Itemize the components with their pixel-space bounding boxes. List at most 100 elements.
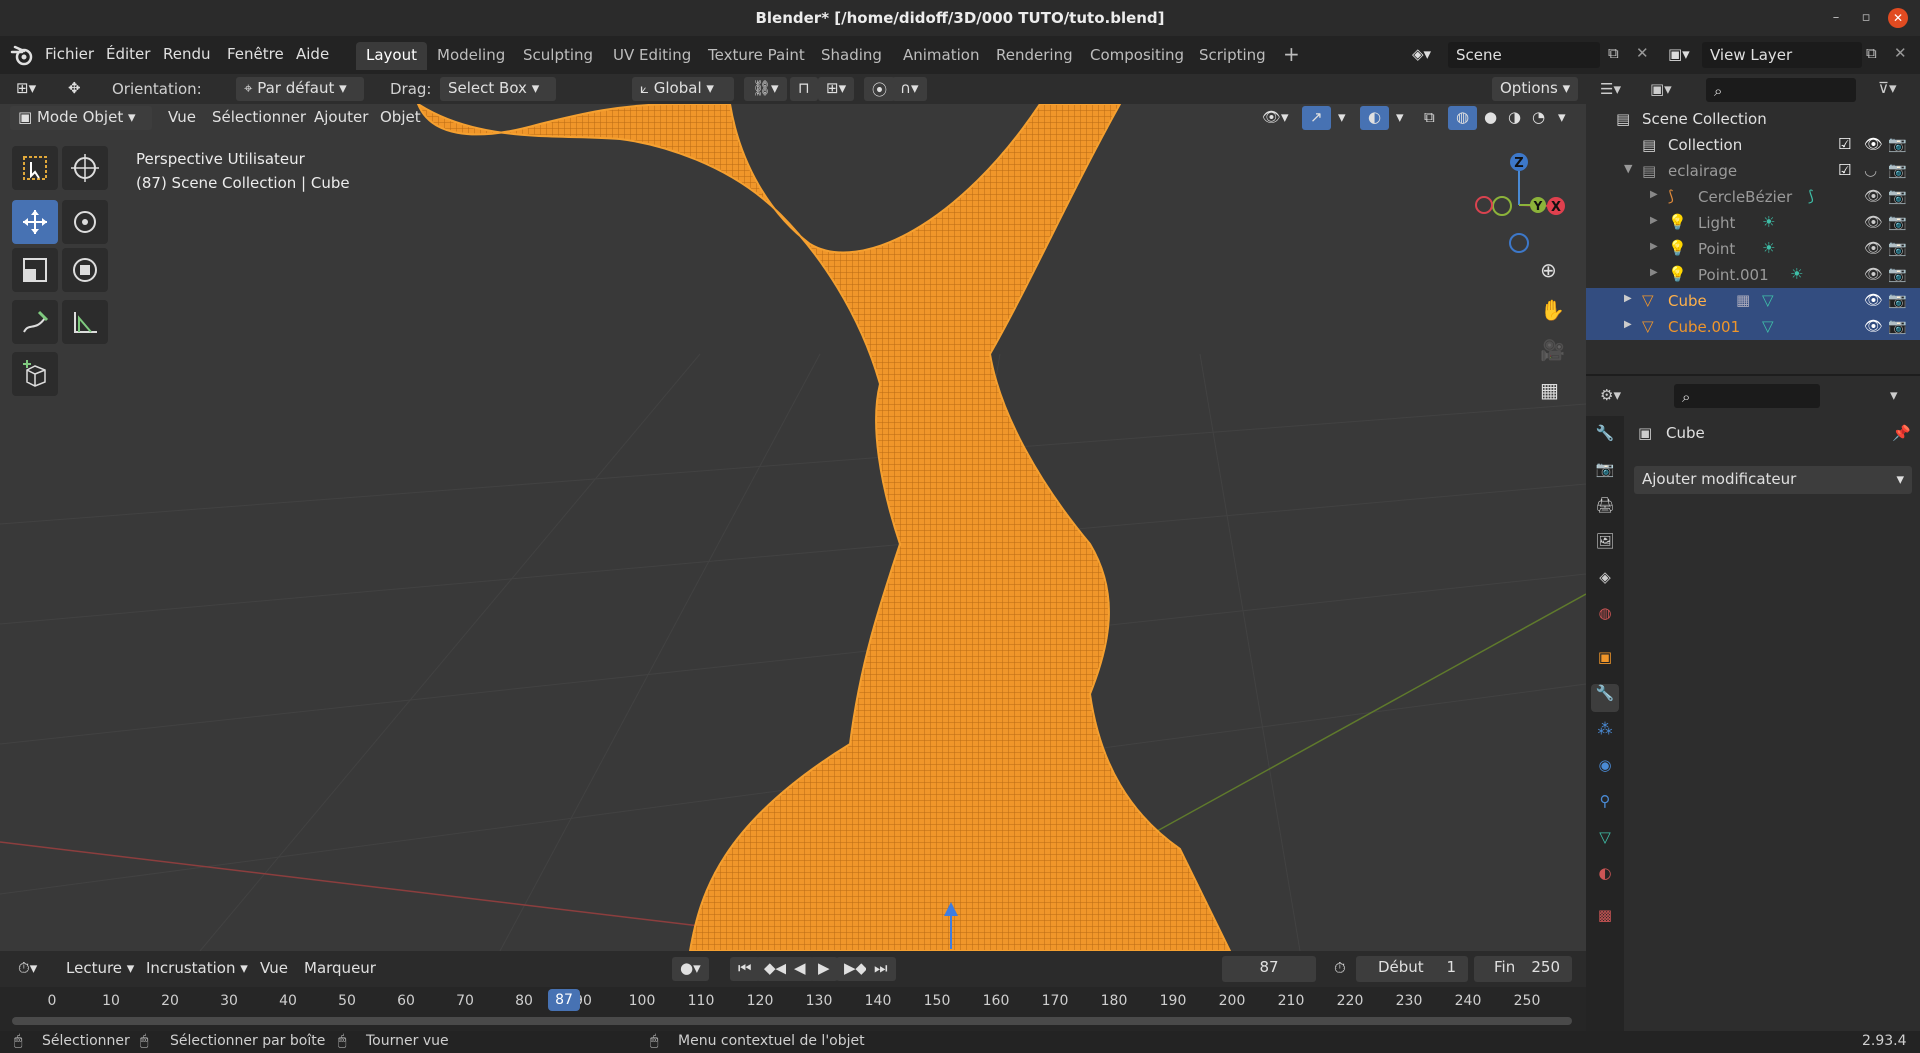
add-modifier-dropdown[interactable]: Ajouter modificateur ▾ bbox=[1634, 466, 1912, 494]
measure-tool[interactable] bbox=[62, 300, 108, 344]
transform-orientation-dropdown[interactable]: ⟀ Global ▾ bbox=[632, 77, 734, 101]
outliner-row-eclairage[interactable]: ▼ ▤ eclairage ☑ ◡ 📷 bbox=[1586, 158, 1920, 184]
transform-tool[interactable] bbox=[62, 248, 108, 292]
new-view-layer-icon[interactable]: ⧉ bbox=[1866, 44, 1877, 62]
properties-search-input[interactable]: ⌕ bbox=[1674, 384, 1820, 408]
snap-target-icon[interactable]: ⊞▾ bbox=[818, 77, 855, 101]
add-workspace-icon[interactable]: + bbox=[1275, 42, 1308, 70]
add-cube-tool[interactable] bbox=[12, 352, 58, 396]
drag-dropdown[interactable]: Select Box ▾ bbox=[440, 77, 556, 101]
filter-icon[interactable]: ⊽▾ bbox=[1878, 79, 1897, 97]
menu-edit[interactable]: Éditer bbox=[106, 45, 150, 63]
current-frame-field[interactable]: 87 bbox=[1222, 956, 1316, 982]
physics-tab-icon[interactable]: ◉ bbox=[1591, 756, 1619, 784]
particles-tab-icon[interactable]: ⁂ bbox=[1591, 720, 1619, 748]
orientation-dropdown[interactable]: ⌖ Par défaut ▾ bbox=[236, 77, 364, 101]
menu-window[interactable]: Fenêtre bbox=[227, 45, 284, 63]
camera-icon[interactable]: 📷 bbox=[1888, 187, 1907, 205]
expand-icon[interactable]: ▶ bbox=[1624, 319, 1632, 330]
stopwatch-icon[interactable]: ⏱ bbox=[1326, 957, 1354, 981]
scene-name-field[interactable]: Scene bbox=[1448, 42, 1600, 68]
constraints-tab-icon[interactable]: ⚲ bbox=[1591, 792, 1619, 820]
camera-icon[interactable]: 📷 bbox=[1888, 161, 1907, 179]
checkbox-icon[interactable]: ☑ bbox=[1838, 135, 1851, 153]
camera-icon[interactable]: 📷 bbox=[1888, 317, 1907, 335]
menu-timeline-view[interactable]: Vue bbox=[252, 957, 296, 981]
checkbox-icon[interactable]: ☑ bbox=[1838, 161, 1851, 179]
menu-add[interactable]: Ajouter bbox=[306, 106, 376, 130]
expand-icon[interactable]: ▼ bbox=[1624, 162, 1632, 175]
tab-sculpting[interactable]: Sculpting bbox=[513, 42, 603, 70]
navigation-gizmo[interactable]: Z X Y bbox=[1464, 150, 1574, 260]
eye-icon[interactable]: 👁 bbox=[1864, 187, 1883, 205]
tab-layout[interactable]: Layout bbox=[356, 42, 427, 70]
tab-shading[interactable]: Shading bbox=[811, 42, 892, 70]
render-tab-icon[interactable]: 📷 bbox=[1591, 460, 1619, 488]
object-tab-icon[interactable]: ▣ bbox=[1591, 648, 1619, 676]
snap-icon[interactable]: ⊓ bbox=[790, 77, 818, 101]
properties-options-icon[interactable]: ▾ bbox=[1890, 386, 1898, 404]
camera-icon[interactable]: 📷 bbox=[1888, 291, 1907, 309]
object-data-tab-icon[interactable]: ▽ bbox=[1591, 828, 1619, 856]
xray-icon[interactable]: ⧉ bbox=[1416, 106, 1443, 130]
world-tab-icon[interactable]: ◍ bbox=[1591, 604, 1619, 632]
outliner-row-cube[interactable]: ▶ ▽ Cube ▦ ▽ 👁 📷 bbox=[1586, 288, 1920, 314]
camera-icon[interactable]: 📷 bbox=[1888, 265, 1907, 283]
view-layer-tab-icon[interactable]: 🖼 bbox=[1591, 532, 1619, 560]
expand-icon[interactable]: ▶ bbox=[1650, 189, 1658, 200]
outliner-row-collection[interactable]: ▤ Collection ☑ 👁 📷 bbox=[1586, 132, 1920, 158]
view-layer-field[interactable]: View Layer bbox=[1702, 42, 1862, 68]
close-icon[interactable]: ✕ bbox=[1888, 8, 1908, 28]
maximize-icon[interactable]: ▫ bbox=[1856, 8, 1876, 28]
eye-icon[interactable]: 👁 bbox=[1864, 291, 1883, 309]
editor-type-icon[interactable]: ⊞▾ bbox=[8, 77, 44, 101]
menu-keying[interactable]: Incrustation ▾ bbox=[138, 957, 256, 981]
tab-modeling[interactable]: Modeling bbox=[427, 42, 515, 70]
blender-logo-icon[interactable] bbox=[10, 44, 34, 70]
gizmo-toggle-icon[interactable]: ↗ bbox=[1302, 106, 1331, 130]
pan-hand-icon[interactable]: ✋ bbox=[1540, 298, 1572, 330]
options-dropdown[interactable]: Options ▾ bbox=[1492, 77, 1579, 101]
menu-marker[interactable]: Marqueur bbox=[296, 957, 384, 981]
pivot-point-icon[interactable]: ⛓▾ bbox=[744, 77, 787, 101]
playhead[interactable]: 87 bbox=[548, 989, 580, 1011]
cursor-tool[interactable] bbox=[62, 146, 108, 190]
proportional-edit-icon[interactable]: ⦿ bbox=[864, 77, 896, 101]
mode-dropdown[interactable]: ▣ Mode Objet ▾ bbox=[10, 106, 152, 130]
delete-scene-icon[interactable]: ✕ bbox=[1636, 44, 1649, 62]
pin-icon[interactable]: 📌 bbox=[1892, 424, 1911, 442]
camera-icon[interactable]: 📷 bbox=[1888, 213, 1907, 231]
tab-uv-editing[interactable]: UV Editing bbox=[603, 42, 701, 70]
scene-tab-icon[interactable]: ◈ bbox=[1591, 568, 1619, 596]
expand-icon[interactable]: ▶ bbox=[1650, 267, 1658, 278]
zoom-icon[interactable]: ⊕ bbox=[1540, 258, 1572, 290]
properties-editor-icon[interactable]: ⚙▾ bbox=[1600, 386, 1621, 404]
end-frame-field[interactable]: Fin 250 bbox=[1474, 956, 1572, 982]
move-tool[interactable] bbox=[12, 200, 58, 244]
outliner-row-point-001[interactable]: ▶ 💡 Point.001 ☀ 👁 📷 bbox=[1586, 262, 1920, 288]
outliner-row-cube-001[interactable]: ▶ ▽ Cube.001 ▽ 👁 📷 bbox=[1586, 314, 1920, 340]
outliner-display-icon[interactable]: ☰▾ bbox=[1600, 80, 1621, 98]
delete-view-layer-icon[interactable]: ✕ bbox=[1894, 44, 1907, 62]
scale-tool[interactable] bbox=[12, 248, 58, 292]
menu-select[interactable]: Sélectionner bbox=[204, 106, 314, 130]
chevron-down-icon[interactable]: ▾ bbox=[1330, 106, 1354, 130]
falloff-icon[interactable]: ∩▾ bbox=[892, 77, 927, 101]
expand-icon[interactable]: ▶ bbox=[1650, 215, 1658, 226]
chevron-down-icon[interactable]: ▾ bbox=[1550, 106, 1574, 130]
outliner-search-input[interactable]: ⌕ bbox=[1706, 78, 1856, 102]
outliner-row-cerclebezier[interactable]: ▶ ⟆ CercleBézier ⟆ 👁 📷 bbox=[1586, 184, 1920, 210]
camera-view-icon[interactable]: 🎥 bbox=[1540, 338, 1572, 370]
camera-icon[interactable]: 📷 bbox=[1888, 239, 1907, 257]
eye-icon[interactable]: 👁 bbox=[1864, 317, 1883, 335]
eye-icon[interactable]: 👁 bbox=[1864, 265, 1883, 283]
modifier-tab-icon[interactable]: 🔧 bbox=[1591, 684, 1619, 712]
timeline-scrollbar[interactable] bbox=[12, 1017, 1572, 1025]
play-icon[interactable]: ▶ bbox=[810, 957, 838, 981]
jump-end-icon[interactable]: ⏭ bbox=[866, 957, 896, 981]
scene-icon[interactable]: ◈▾ bbox=[1412, 45, 1431, 63]
output-tab-icon[interactable]: 🖨 bbox=[1591, 496, 1619, 524]
annotate-tool[interactable] bbox=[12, 300, 58, 344]
camera-icon[interactable]: 📷 bbox=[1888, 135, 1907, 153]
outliner-row-light[interactable]: ▶ 💡 Light ☀ 👁 📷 bbox=[1586, 210, 1920, 236]
